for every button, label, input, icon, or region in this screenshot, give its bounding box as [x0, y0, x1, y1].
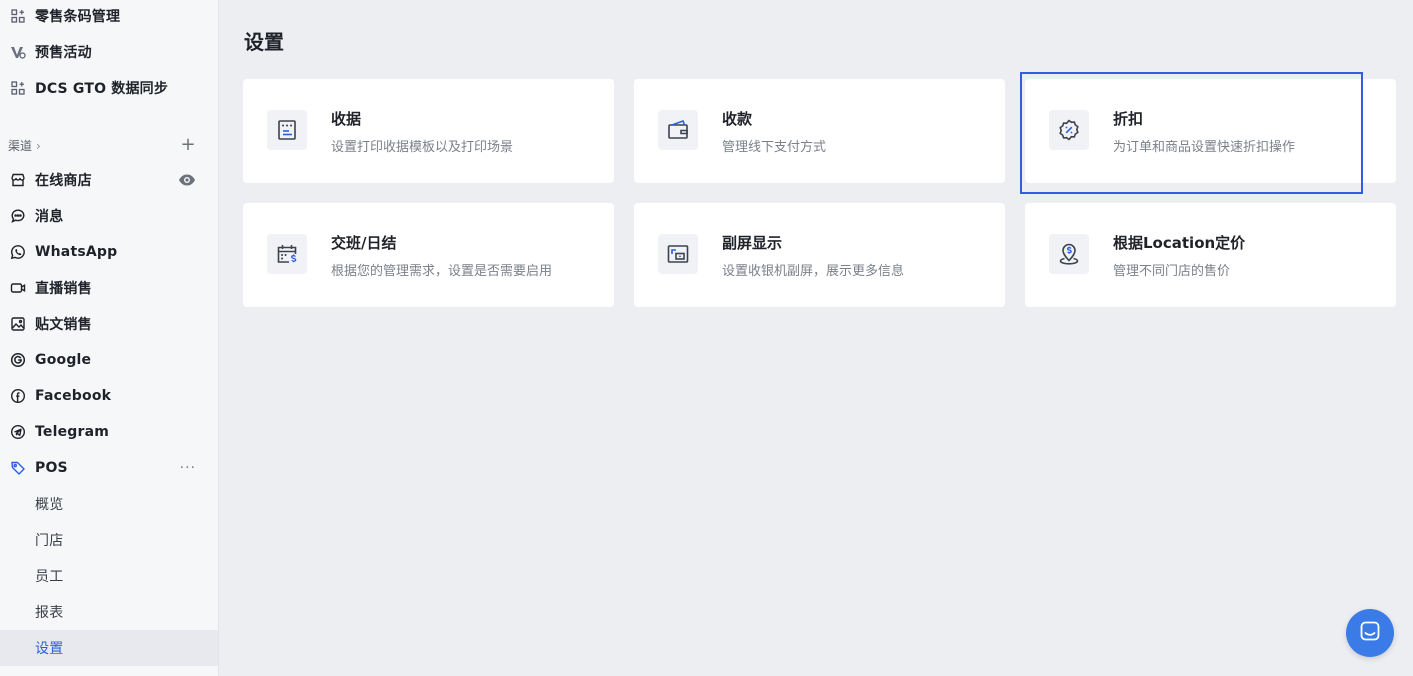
- sidebar-item-live-selling[interactable]: 直播销售: [0, 270, 218, 306]
- facebook-icon: [9, 387, 27, 405]
- chat-bubble-icon: [9, 207, 27, 225]
- video-camera-icon: [9, 279, 27, 297]
- presale-icon: [9, 43, 27, 61]
- grid-plus-icon: [9, 79, 27, 97]
- wallet-icon: [658, 110, 698, 150]
- sidebar-item-label: 直播销售: [35, 281, 92, 297]
- sidebar-item-label: 消息: [35, 209, 64, 225]
- google-icon: [9, 351, 27, 369]
- sidebar-item-label: 预售活动: [35, 45, 92, 61]
- sidebar: 零售条码管理 预售活动 DCS GTO 数据同步 渠道 › + 在线商店 消息: [0, 0, 219, 676]
- add-channel-button[interactable]: +: [178, 135, 198, 155]
- channels-label: 渠道: [8, 139, 33, 153]
- page-title: 设置: [244, 30, 284, 54]
- card-description: 设置打印收据模板以及打印场景: [331, 140, 514, 155]
- telegram-icon: [9, 423, 27, 441]
- sidebar-item-label: Telegram: [35, 424, 110, 440]
- sidebar-item-label: 报表: [35, 605, 64, 621]
- settings-card-discount[interactable]: 折扣 为订单和商品设置快速折扣操作: [1025, 79, 1396, 183]
- channels-section-header[interactable]: 渠道 ›: [8, 137, 41, 154]
- sidebar-item-label: DCS GTO 数据同步: [35, 81, 169, 97]
- receipt-icon: [267, 110, 307, 150]
- card-title: 收据: [331, 110, 362, 128]
- settings-card-shift-close[interactable]: 交班/日结 根据您的管理需求，设置是否需要启用: [243, 203, 614, 307]
- sidebar-item-pos[interactable]: POS ···: [0, 450, 218, 486]
- sidebar-item-label: 在线商店: [35, 173, 92, 189]
- pos-tag-icon: [9, 459, 27, 477]
- sidebar-item-post-selling[interactable]: 贴文销售: [0, 306, 218, 342]
- more-options-icon[interactable]: ···: [180, 460, 196, 476]
- calendar-dollar-icon: [267, 234, 307, 274]
- card-title: 根据Location定价: [1113, 234, 1246, 252]
- sidebar-item-label: Google: [35, 352, 92, 368]
- chat-icon: [1358, 619, 1382, 647]
- sidebar-item-messages[interactable]: 消息: [0, 198, 218, 234]
- sidebar-subitem-staff[interactable]: 员工: [0, 558, 218, 594]
- sidebar-item-label: 设置: [35, 641, 64, 657]
- whatsapp-icon: [9, 243, 27, 261]
- card-description: 管理线下支付方式: [722, 140, 827, 155]
- sidebar-item-telegram[interactable]: Telegram: [0, 414, 218, 450]
- card-title: 副屏显示: [722, 234, 783, 252]
- sidebar-item-label: 门店: [35, 533, 64, 549]
- sidebar-item-facebook[interactable]: Facebook: [0, 378, 218, 414]
- sidebar-item-label: 员工: [35, 569, 64, 585]
- card-title: 交班/日结: [331, 234, 397, 252]
- sidebar-item-label: Facebook: [35, 388, 112, 404]
- chevron-right-icon: ›: [36, 138, 41, 153]
- card-description: 为订单和商品设置快速折扣操作: [1113, 140, 1296, 155]
- settings-card-payments[interactable]: 收款 管理线下支付方式: [634, 79, 1005, 183]
- discount-badge-icon: [1049, 110, 1089, 150]
- sidebar-item-presale[interactable]: 预售活动: [0, 34, 218, 70]
- sidebar-item-label: 概览: [35, 497, 64, 513]
- settings-card-location-pricing[interactable]: 根据Location定价 管理不同门店的售价: [1025, 203, 1396, 307]
- sidebar-item-label: POS: [35, 460, 68, 476]
- sidebar-item-label: WhatsApp: [35, 244, 118, 260]
- eye-icon[interactable]: [178, 171, 196, 189]
- grid-plus-icon: [9, 7, 27, 25]
- settings-card-second-screen[interactable]: 副屏显示 设置收银机副屏，展示更多信息: [634, 203, 1005, 307]
- store-icon: [9, 171, 27, 189]
- sidebar-subitem-stores[interactable]: 门店: [0, 522, 218, 558]
- sidebar-item-online-store[interactable]: 在线商店: [0, 162, 218, 198]
- sidebar-item-retail-barcode[interactable]: 零售条码管理: [0, 0, 218, 34]
- settings-card-receipt[interactable]: 收据 设置打印收据模板以及打印场景: [243, 79, 614, 183]
- card-description: 管理不同门店的售价: [1113, 264, 1231, 279]
- support-chat-button[interactable]: [1346, 609, 1394, 657]
- image-post-icon: [9, 315, 27, 333]
- sidebar-item-label: 零售条码管理: [35, 9, 121, 25]
- location-price-icon: [1049, 234, 1089, 274]
- sidebar-subitem-settings[interactable]: 设置: [0, 630, 218, 666]
- second-screen-icon: [658, 234, 698, 274]
- sidebar-subitem-overview[interactable]: 概览: [0, 486, 218, 522]
- sidebar-item-google[interactable]: Google: [0, 342, 218, 378]
- sidebar-subitem-reports[interactable]: 报表: [0, 594, 218, 630]
- sidebar-item-whatsapp[interactable]: WhatsApp: [0, 234, 218, 270]
- card-title: 收款: [722, 110, 753, 128]
- card-description: 根据您的管理需求，设置是否需要启用: [331, 264, 553, 279]
- sidebar-item-dcs-gto-sync[interactable]: DCS GTO 数据同步: [0, 70, 218, 106]
- card-description: 设置收银机副屏，展示更多信息: [722, 264, 905, 279]
- card-title: 折扣: [1113, 110, 1144, 128]
- sidebar-item-label: 贴文销售: [35, 317, 92, 333]
